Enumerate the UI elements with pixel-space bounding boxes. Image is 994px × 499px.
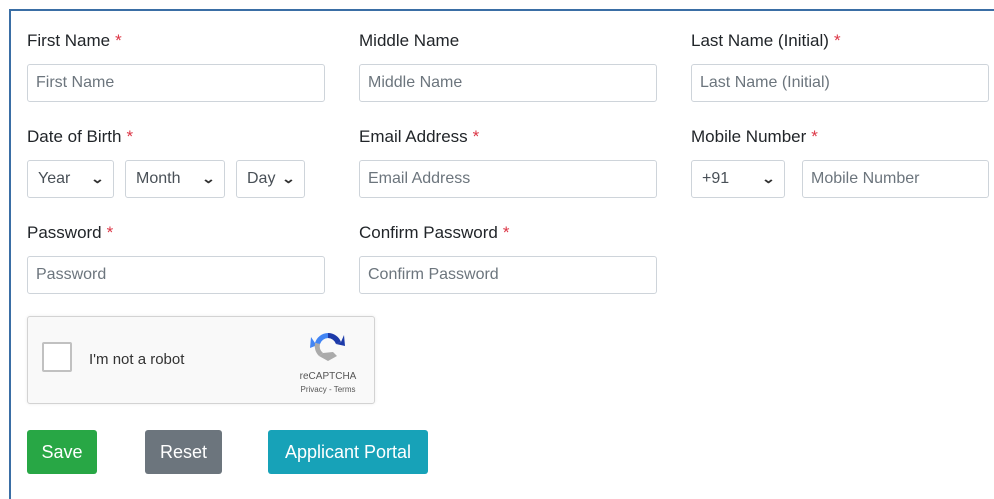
first-name-input[interactable] [27, 64, 325, 102]
dob-year-select[interactable]: Year ⌄ [27, 160, 114, 198]
password-input[interactable] [27, 256, 325, 294]
chevron-down-icon: ⌄ [761, 171, 776, 186]
confirm-password-label: Confirm Password * [359, 223, 510, 242]
last-name-input[interactable] [691, 64, 989, 102]
middle-name-input[interactable] [359, 64, 657, 102]
chevron-down-icon: ⌄ [281, 171, 296, 186]
recaptcha-brand: reCAPTCHA [299, 371, 357, 382]
middle-name-label: Middle Name [359, 31, 460, 50]
last-name-label: Last Name (Initial) * [691, 31, 841, 50]
recaptcha-icon [310, 333, 345, 361]
required-mark: * [811, 127, 818, 146]
required-mark: * [126, 127, 134, 146]
country-code-select[interactable]: +91 ⌄ [691, 160, 785, 198]
required-mark: * [472, 127, 480, 146]
first-name-label: First Name * [27, 31, 122, 50]
chevron-down-icon: ⌄ [201, 171, 216, 186]
required-mark: * [106, 223, 114, 242]
dob-month-select[interactable]: Month ⌄ [125, 160, 225, 198]
email-label: Email Address * [359, 127, 480, 146]
mobile-label: Mobile Number * [691, 127, 818, 146]
dob-year-value: Year [38, 170, 71, 187]
country-code-value: +91 [702, 170, 730, 187]
recaptcha-widget: I'm not a robot reCAPTCHA Privacy - Term… [27, 316, 375, 404]
required-mark: * [502, 223, 510, 242]
dob-label: Date of Birth * [27, 127, 134, 146]
save-button[interactable]: Save [27, 430, 97, 474]
required-mark: * [833, 31, 841, 50]
recaptcha-links[interactable]: Privacy - Terms [290, 385, 366, 394]
recaptcha-checkbox[interactable] [42, 342, 72, 372]
email-input[interactable] [359, 160, 657, 198]
mobile-input[interactable] [802, 160, 989, 198]
dob-day-value: Day [247, 170, 276, 187]
dob-month-value: Month [136, 170, 181, 187]
reset-button[interactable]: Reset [145, 430, 222, 474]
confirm-password-input[interactable] [359, 256, 657, 294]
dob-day-select[interactable]: Day ⌄ [236, 160, 305, 198]
required-mark: * [115, 31, 122, 50]
recaptcha-text: I'm not a robot [89, 351, 185, 368]
chevron-down-icon: ⌄ [90, 171, 105, 186]
password-label: Password * [27, 223, 114, 242]
applicant-portal-button[interactable]: Applicant Portal [268, 430, 428, 474]
